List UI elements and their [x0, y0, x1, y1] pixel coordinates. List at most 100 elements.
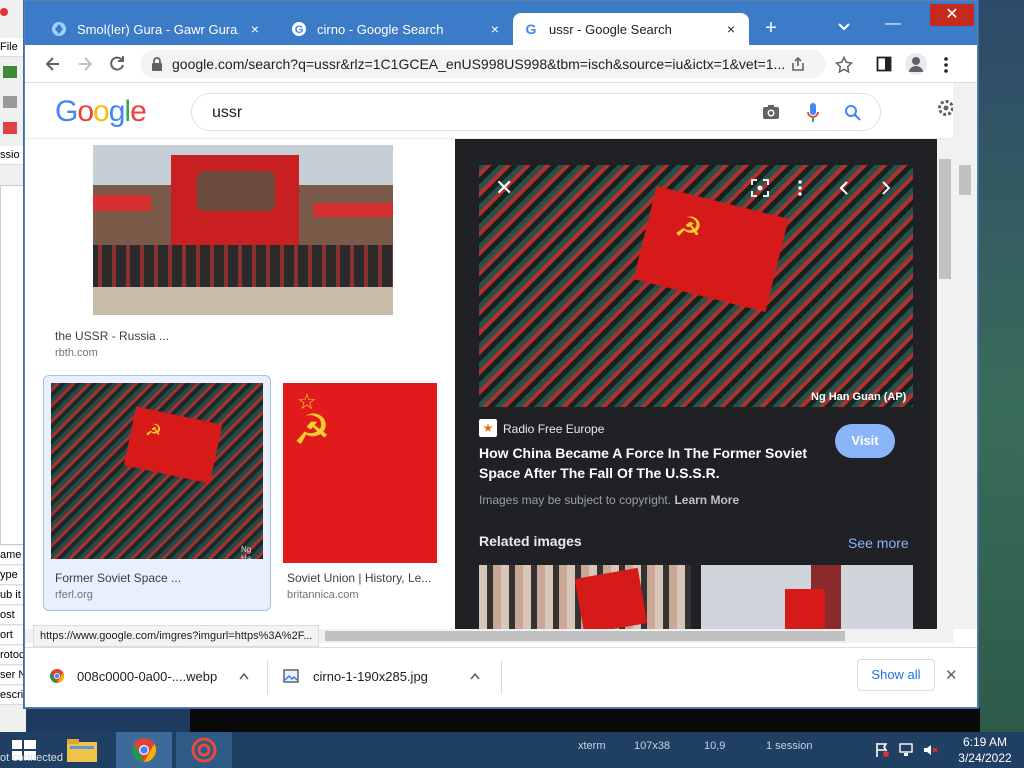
more-vertical-icon[interactable] — [943, 56, 949, 74]
tab-close-button[interactable]: × — [247, 21, 263, 37]
clock-date: 3/24/2022 — [958, 751, 1012, 765]
swirl-app-icon — [191, 737, 217, 763]
close-downloads-button[interactable]: ✕ — [945, 666, 958, 684]
chevron-down-icon — [838, 23, 850, 31]
session-count: 1 session — [766, 740, 813, 752]
portrait-banner — [171, 155, 299, 245]
hammer-sickle-icon: ☭ — [143, 419, 164, 443]
label-sub-item: ub it — [0, 586, 26, 605]
share-icon[interactable] — [790, 56, 806, 72]
toolbar-icon[interactable] — [3, 66, 17, 78]
close-preview-button[interactable]: ✕ — [495, 177, 513, 199]
result-source[interactable]: britannica.com — [287, 589, 359, 601]
flag-icon[interactable] — [3, 122, 17, 134]
address-bar[interactable]: google.com/search?q=ussr&rlz=1C1GCEA_enU… — [140, 50, 826, 78]
chevron-right-icon[interactable] — [881, 181, 891, 195]
tree-panel — [0, 185, 26, 545]
network-icon[interactable] — [898, 742, 914, 758]
preview-title[interactable]: How China Became A Force In The Former S… — [479, 443, 819, 483]
volume-muted-icon[interactable] — [922, 742, 938, 758]
browser-toolbar: google.com/search?q=ussr&rlz=1C1GCEA_enU… — [25, 45, 977, 83]
result-image-soviet-space[interactable]: ☭ Ng Ha — [51, 383, 263, 559]
download-filename: 008c0000-0a00-....webp — [77, 668, 218, 684]
download-item[interactable]: 008c0000-0a00-....webp — [49, 658, 259, 694]
vertical-scrollbar[interactable] — [937, 139, 953, 629]
notification-flag-icon[interactable] — [874, 742, 890, 758]
hammer-sickle-icon: ☭ — [293, 406, 331, 453]
tab-cirno[interactable]: G cirno - Google Search × — [281, 13, 513, 45]
profile-avatar-button[interactable] — [905, 53, 927, 75]
back-button[interactable] — [43, 54, 63, 74]
download-filename: cirno-1-190x285.jpg — [313, 668, 428, 684]
more-options-icon[interactable] — [797, 179, 803, 197]
chrome-window: Smol(ler) Gura - Gawr Gura, Holo × G cir… — [24, 0, 978, 708]
scrollbar-thumb[interactable] — [325, 631, 845, 641]
result-image-red-square[interactable] — [93, 145, 393, 315]
logo-letter: G — [55, 95, 78, 128]
tab-title: Smol(ler) Gura - Gawr Gura, Holo — [77, 21, 239, 37]
tab-ussr[interactable]: G ussr - Google Search × — [513, 13, 749, 45]
tab-gura[interactable]: Smol(ler) Gura - Gawr Gura, Holo × — [41, 13, 273, 45]
chrome-taskbar-button[interactable] — [116, 732, 172, 768]
image-file-icon — [283, 669, 299, 683]
result-source[interactable]: rferl.org — [55, 589, 93, 601]
lock-icon[interactable] — [3, 96, 17, 108]
new-tab-button[interactable]: + — [759, 17, 783, 41]
taskbar: xterm 107x38 10,9 1 session 6:19 AM 3/24… — [0, 732, 1024, 768]
lock-icon[interactable] — [150, 56, 164, 72]
tab-title: cirno - Google Search — [317, 21, 444, 37]
visit-button[interactable]: Visit — [835, 424, 895, 458]
clock[interactable]: 6:19 AM 3/24/2022 — [950, 734, 1020, 766]
url-text[interactable]: google.com/search?q=ussr&rlz=1C1GCEA_enU… — [172, 56, 787, 72]
result-caption[interactable]: Soviet Union | History, Le... — [287, 571, 437, 585]
see-more-link[interactable]: See more — [848, 535, 909, 551]
result-source[interactable]: rbth.com — [55, 347, 98, 359]
image-results-grid: the USSR - Russia ... rbth.com ☭ Ng Ha F… — [25, 139, 455, 629]
chevron-up-icon[interactable] — [239, 672, 249, 680]
reload-icon — [110, 56, 124, 71]
minimize-button[interactable]: — — [885, 15, 901, 33]
show-all-button[interactable]: Show all — [857, 659, 935, 691]
label-host: ost — [0, 606, 26, 625]
tab-close-button[interactable]: × — [487, 21, 503, 37]
preview-image[interactable]: ☭ Ng Han Guan (AP) — [479, 165, 913, 407]
window-close-button[interactable]: ✕ — [930, 4, 974, 26]
search-box[interactable]: ussr — [191, 93, 881, 131]
scrollbar-thumb[interactable] — [959, 165, 971, 195]
result-caption[interactable]: Former Soviet Space ... — [55, 571, 255, 585]
learn-more-link[interactable]: Learn More — [674, 493, 739, 507]
chevron-up-icon[interactable] — [470, 672, 480, 680]
search-icon[interactable] — [844, 104, 862, 122]
app-taskbar-button[interactable] — [176, 732, 232, 768]
tab-search-button[interactable] — [837, 19, 861, 39]
tab-close-button[interactable]: × — [723, 21, 739, 37]
tab-strip: Smol(ler) Gura - Gawr Gura, Holo × G cir… — [25, 1, 977, 45]
forward-button[interactable] — [75, 54, 95, 74]
user-icon — [909, 57, 923, 72]
result-caption[interactable]: the USSR - Russia ... — [55, 329, 255, 343]
download-item[interactable]: cirno-1-190x285.jpg — [283, 658, 493, 694]
lens-search-icon[interactable] — [751, 179, 769, 197]
page-scrollbar[interactable] — [953, 83, 977, 629]
related-image-kremlin[interactable] — [701, 565, 913, 629]
logo-letter: e — [130, 95, 147, 128]
site-favicon-icon — [52, 22, 66, 36]
label-session: ssio — [0, 146, 26, 165]
svg-text:G: G — [295, 24, 304, 36]
red-banner — [93, 195, 151, 211]
microphone-icon[interactable] — [806, 102, 820, 124]
publisher-name[interactable]: Radio Free Europe — [503, 422, 604, 436]
related-image-crowd[interactable] — [479, 565, 691, 629]
camera-search-icon[interactable] — [762, 104, 780, 120]
scrollbar-thumb[interactable] — [939, 159, 951, 279]
search-input[interactable]: ussr — [212, 104, 242, 122]
google-logo[interactable]: Google — [55, 95, 147, 129]
side-panel-icon[interactable] — [876, 56, 892, 72]
result-image-soviet-flag[interactable]: ☆ ☭ — [283, 383, 437, 563]
chevron-left-icon[interactable] — [839, 181, 849, 195]
reload-button[interactable] — [107, 54, 127, 74]
background-window-strip: File ssio ame ype ub it ost ort rotoc se… — [0, 0, 26, 740]
app-icon — [0, 8, 8, 16]
bookmark-star-icon[interactable] — [835, 56, 853, 74]
menu-file[interactable]: File — [0, 38, 26, 57]
